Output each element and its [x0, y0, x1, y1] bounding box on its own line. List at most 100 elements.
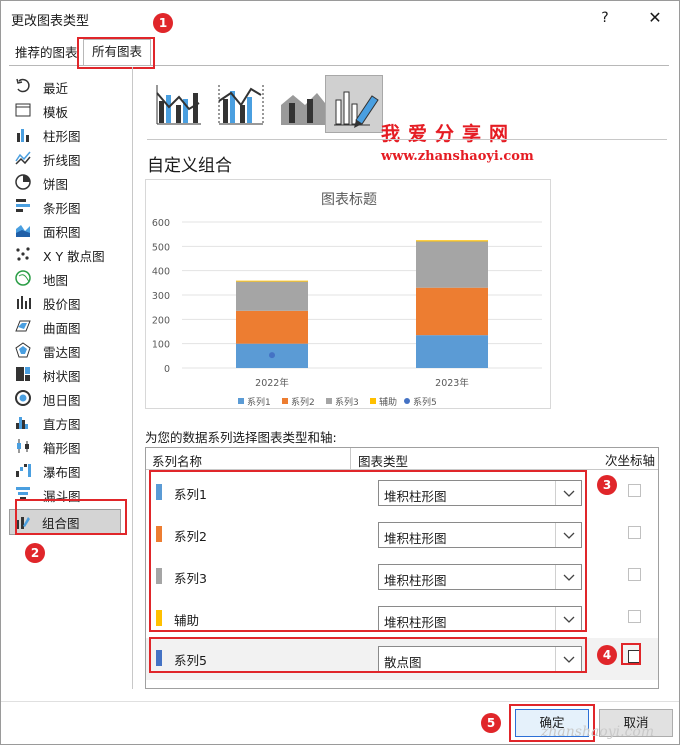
y-tick-label: 100	[152, 340, 170, 351]
sidebar-item-label: 模板	[43, 105, 69, 120]
legend-swatch	[238, 398, 244, 404]
custom-combination-icon[interactable]	[325, 75, 383, 133]
sidebar-item-label: 条形图	[43, 201, 81, 216]
legend-swatch	[370, 398, 376, 404]
watermark-title: 我爱分享网	[381, 123, 517, 145]
secondary-axis-checkbox[interactable]	[628, 568, 641, 581]
sidebar-item-label: 股价图	[43, 297, 81, 312]
legend-swatch	[404, 398, 410, 404]
bar-系列3	[416, 241, 488, 288]
sidebar-item-label: 旭日图	[43, 393, 81, 408]
bar-辅助	[416, 240, 488, 242]
legend-label: 系列5	[413, 396, 437, 408]
col-secondary-axis: 次坐标轴	[605, 453, 656, 468]
secondary-axis-checkbox[interactable]	[628, 526, 641, 539]
step-badge-2: 2	[25, 543, 45, 563]
title-bar: 更改图表类型 ? ✕	[1, 1, 679, 35]
boxwhisker-chart-icon	[14, 437, 32, 455]
legend-swatch	[326, 398, 332, 404]
type-separator	[147, 139, 667, 140]
sidebar-item-histogram-chart[interactable]: 直方图	[11, 411, 121, 433]
x-tick-label: 2023年	[435, 377, 469, 389]
sidebar-item-area-chart[interactable]: 面积图	[11, 219, 121, 241]
sidebar-item-label: 折线图	[43, 153, 81, 168]
legend-label: 系列1	[247, 396, 271, 408]
line-chart-icon	[14, 149, 32, 167]
sidebar-item-label: 曲面图	[43, 321, 81, 336]
sidebar-item-radar-chart[interactable]: 雷达图	[11, 339, 121, 361]
close-button[interactable]: ✕	[641, 7, 669, 29]
sidebar-item-map-chart[interactable]: 地图	[11, 267, 121, 289]
clustered-column-line-icon[interactable]	[149, 75, 207, 133]
change-chart-type-dialog: 更改图表类型 ? ✕ 推荐的图表 所有图表 1 最近 模板 柱形图 折线图 饼图 条形图面…	[0, 0, 680, 745]
sidebar-item-bar-chart[interactable]: 条形图	[11, 195, 121, 217]
sidebar-item-scatter-chart[interactable]: X Y 散点图	[11, 243, 121, 265]
bar-辅助	[236, 280, 308, 282]
sidebar-item-sunburst-chart[interactable]: 旭日图	[11, 387, 121, 409]
highlight-combo-item	[15, 499, 127, 535]
assign-label: 为您的数据系列选择图表类型和轴:	[145, 430, 337, 445]
sidebar-item-label: 树状图	[43, 369, 81, 384]
y-tick-label: 0	[164, 364, 170, 375]
sidebar-item-label: 箱形图	[43, 441, 81, 456]
secondary-axis-checkbox[interactable]	[628, 610, 641, 623]
bar-系列2	[416, 287, 488, 336]
sidebar-item-treemap-chart[interactable]: 树状图	[11, 363, 121, 385]
step-badge-1: 1	[153, 13, 173, 33]
chart-preview-svg: 图表标题 0 100 200 300 400 500 600 2022年 2023年系列1 系列2 系…	[152, 192, 542, 408]
sunburst-chart-icon	[14, 389, 32, 407]
bar-系列3	[236, 281, 308, 311]
footer-divider	[1, 701, 679, 702]
bar-系列2	[236, 310, 308, 344]
watermark-bottom: zhanshaoyi.com	[541, 724, 655, 740]
column-chart-icon	[14, 125, 32, 143]
recent-icon	[14, 77, 32, 95]
sidebar-item-column-chart[interactable]: 柱形图	[11, 123, 121, 145]
y-tick-label: 300	[152, 291, 170, 302]
chart-preview: 图表标题 0 100 200 300 400 500 600 2022年 2023年 系列1 系列2 系…	[145, 179, 551, 409]
sidebar-item-boxwhisker-chart[interactable]: 箱形图	[11, 435, 121, 457]
help-button[interactable]: ?	[591, 7, 619, 29]
highlight-scatter-row	[149, 637, 587, 673]
sidebar-item-pie-chart[interactable]: 饼图	[11, 171, 121, 193]
step-badge-5: 5	[481, 713, 501, 733]
clustered-column-line-secondary-axis-icon[interactable]	[211, 75, 269, 133]
sidebar-item-recent[interactable]: 最近	[11, 75, 121, 97]
x-tick-label: 2022年	[255, 377, 289, 389]
histogram-chart-icon	[14, 413, 32, 431]
sidebar-item-label: 最近	[43, 81, 69, 96]
watermark-url: www.zhanshaoyi.com	[381, 149, 534, 164]
tab-recommended-charts[interactable]: 推荐的图表	[11, 43, 82, 65]
secondary-axis-checkbox[interactable]	[628, 484, 641, 497]
pie-chart-icon	[14, 173, 32, 191]
sidebar-item-line-chart[interactable]: 折线图	[11, 147, 121, 169]
header-divider	[350, 448, 351, 470]
scatter-point	[269, 352, 275, 359]
bar-chart-icon	[14, 197, 32, 215]
sidebar-item-surface-chart[interactable]: 曲面图	[11, 315, 121, 337]
stacked-area-column-icon[interactable]	[273, 75, 331, 133]
sidebar-item-label: 雷达图	[43, 345, 81, 360]
sidebar-item-template[interactable]: 模板	[11, 99, 121, 121]
y-tick-label: 400	[152, 267, 170, 278]
y-tick-label: 200	[152, 315, 170, 326]
sidebar-item-label: 地图	[43, 273, 69, 288]
col-series-name: 系列名称	[152, 454, 203, 469]
sidebar-item-label: 直方图	[43, 417, 81, 432]
sidebar-item-label: 饼图	[43, 177, 69, 192]
sidebar-item-label: 瀑布图	[43, 465, 81, 480]
surface-chart-icon	[14, 317, 32, 335]
sidebar-item-label: 柱形图	[43, 129, 81, 144]
radar-chart-icon	[14, 341, 32, 359]
sidebar-item-waterfall-chart[interactable]: 瀑布图	[11, 459, 121, 481]
step-badge-4: 4	[597, 645, 617, 665]
legend-label: 系列3	[335, 396, 359, 408]
highlight-stacked-rows	[149, 470, 587, 632]
legend-label: 辅助	[379, 396, 397, 408]
dialog-title: 更改图表类型	[11, 14, 90, 29]
combo-title: 自定义组合	[147, 156, 232, 176]
waterfall-chart-icon	[14, 461, 32, 479]
sidebar-item-label: X Y 散点图	[43, 249, 105, 264]
sidebar-item-stock-chart[interactable]: 股价图	[11, 291, 121, 313]
area-chart-icon	[14, 221, 32, 239]
